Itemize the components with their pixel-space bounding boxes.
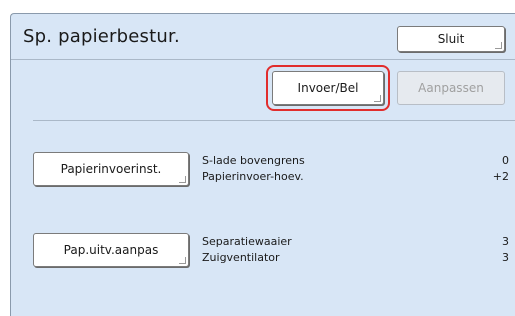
setting-label: Zuigventilator (202, 251, 280, 264)
divider (33, 120, 515, 121)
setting-label: Separatiewaaier (202, 235, 292, 248)
paper-control-screen: Sp. papierbestur. Sluit Invoer/Bel Aanpa… (10, 13, 515, 316)
title-bar: Sp. papierbestur. Sluit (11, 14, 515, 60)
setting-label: S-lade bovengrens (202, 154, 305, 167)
setting-value: +2 (492, 170, 509, 183)
paper-output-adjust-label: Pap.uitv.aanpas (63, 243, 159, 257)
setting-value: 3 (502, 235, 509, 248)
paper-feed-settings-label: Papierinvoerinst. (60, 162, 162, 176)
setting-label: Papierinvoer-hoev. (202, 170, 304, 183)
adjust-button[interactable]: Aanpassen (397, 71, 505, 105)
adjust-button-label: Aanpassen (418, 81, 484, 95)
setting-value: 0 (502, 154, 509, 167)
paper-feed-settings-button[interactable]: Papierinvoerinst. (33, 152, 189, 186)
paper-output-adjust-button[interactable]: Pap.uitv.aanpas (33, 233, 189, 267)
feed-button[interactable]: Invoer/Bel (272, 71, 384, 105)
feed-button-label: Invoer/Bel (297, 81, 359, 95)
close-button[interactable]: Sluit (397, 26, 505, 52)
page-title: Sp. papierbestur. (23, 26, 180, 47)
close-button-label: Sluit (437, 32, 465, 46)
setting-value: 3 (502, 251, 509, 264)
